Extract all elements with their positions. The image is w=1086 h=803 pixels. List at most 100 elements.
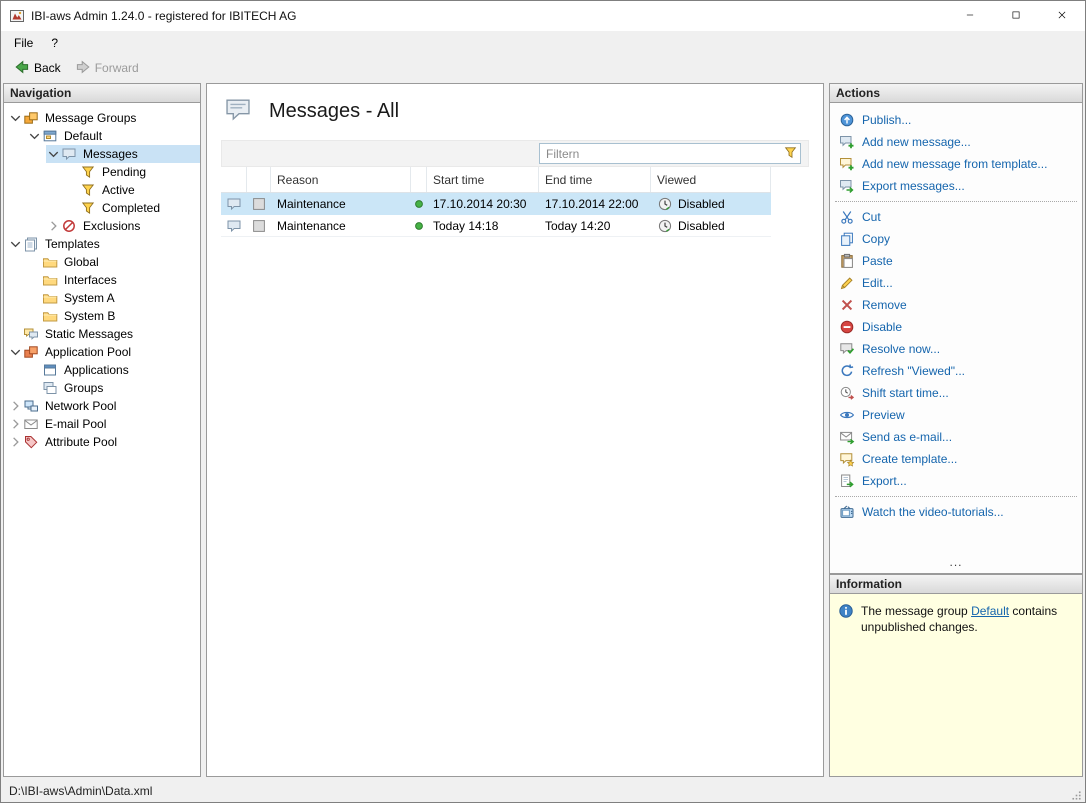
- action-resolve-now[interactable]: Resolve now...: [830, 338, 1082, 360]
- close-button[interactable]: [1039, 1, 1085, 31]
- chevron-expanded-icon[interactable]: [8, 110, 23, 126]
- app-window: IBI-aws Admin 1.24.0 - registered for IB…: [0, 0, 1086, 803]
- tree-item-system-b[interactable]: System B: [27, 307, 200, 325]
- back-button[interactable]: Back: [7, 57, 68, 80]
- tree-item-label: Completed: [102, 201, 161, 215]
- main-area: Navigation Message Groups Default Messages…: [1, 81, 1085, 779]
- tree-item-applications[interactable]: Applications: [27, 361, 200, 379]
- action-paste[interactable]: Paste: [830, 250, 1082, 272]
- actions-body: Publish... Add new message... Add new mess…: [829, 103, 1083, 574]
- action-add-new-message-from-template[interactable]: Add new message from template...: [830, 153, 1082, 175]
- action-refresh-viewed[interactable]: Refresh "Viewed"...: [830, 360, 1082, 382]
- maximize-button[interactable]: [993, 1, 1039, 31]
- message-row-icon: [221, 215, 247, 236]
- tree-item-templates[interactable]: Templates: [8, 235, 200, 253]
- action-remove[interactable]: Remove: [830, 294, 1082, 316]
- tree-item-messages[interactable]: Messages: [46, 145, 200, 163]
- resize-grip-icon[interactable]: [1070, 789, 1083, 802]
- templates-icon: [23, 236, 41, 252]
- chevron-collapsed-icon[interactable]: [8, 434, 23, 450]
- tree-item-groups[interactable]: Groups: [27, 379, 200, 397]
- actions-separator: [835, 201, 1077, 202]
- column-header-row-icon[interactable]: [221, 167, 247, 192]
- minimize-button[interactable]: [947, 1, 993, 31]
- filter-funnel-icon[interactable]: [783, 145, 798, 163]
- action-edit[interactable]: Edit...: [830, 272, 1082, 294]
- folder-icon: [42, 290, 60, 306]
- funnel-icon: [80, 182, 98, 198]
- action-label: Resolve now...: [862, 342, 941, 356]
- action-cut[interactable]: Cut: [830, 206, 1082, 228]
- titlebar[interactable]: IBI-aws Admin 1.24.0 - registered for IB…: [1, 1, 1085, 31]
- tree-item-active[interactable]: Active: [65, 181, 200, 199]
- chevron-expanded-icon[interactable]: [8, 344, 23, 360]
- tree-item-completed[interactable]: Completed: [65, 199, 200, 217]
- tree-item-message-groups[interactable]: Message Groups: [8, 109, 200, 127]
- action-disable[interactable]: Disable: [830, 316, 1082, 338]
- menu-help[interactable]: ?: [42, 33, 67, 53]
- column-header-end-time[interactable]: End time: [539, 167, 651, 192]
- action-label: Create template...: [862, 452, 958, 466]
- column-header-status[interactable]: [411, 167, 427, 192]
- row-checkbox-icon[interactable]: [247, 215, 271, 236]
- preview-icon: [839, 407, 855, 423]
- tree-item-pending[interactable]: Pending: [65, 163, 200, 181]
- tree-item-label: Message Groups: [45, 111, 137, 125]
- window-title: IBI-aws Admin 1.24.0 - registered for IB…: [31, 9, 297, 23]
- start-time-cell: Today 14:18: [433, 218, 499, 233]
- chevron-expanded-icon[interactable]: [27, 128, 42, 144]
- tree-item-application-pool[interactable]: Application Pool: [8, 343, 200, 361]
- chevron-collapsed-icon[interactable]: [8, 398, 23, 414]
- table-row[interactable]: Maintenance 17.10.2014 20:30 17.10.2014 22…: [221, 193, 771, 215]
- tree-item-e-mail-pool[interactable]: E-mail Pool: [8, 415, 200, 433]
- actions-overflow[interactable]: ...: [830, 553, 1082, 573]
- tree-item-static-messages[interactable]: Static Messages: [8, 325, 200, 343]
- tree-item-default[interactable]: Default: [27, 127, 200, 145]
- action-label: Paste: [862, 254, 893, 268]
- column-header-checkbox[interactable]: [247, 167, 271, 192]
- forward-button[interactable]: Forward: [68, 57, 146, 80]
- tree-item-label: Default: [64, 129, 103, 143]
- action-export-messages[interactable]: Export messages...: [830, 175, 1082, 197]
- action-shift-start-time[interactable]: Shift start time...: [830, 382, 1082, 404]
- chevron-expanded-icon[interactable]: [8, 236, 23, 252]
- filter-input[interactable]: [539, 143, 801, 164]
- column-header-start-time[interactable]: Start time: [427, 167, 539, 192]
- chevron-collapsed-icon[interactable]: [8, 416, 23, 432]
- chevron-expanded-icon[interactable]: [46, 146, 61, 162]
- action-create-template[interactable]: Create template...: [830, 448, 1082, 470]
- column-header-reason[interactable]: Reason: [271, 167, 411, 192]
- chevron-collapsed-icon[interactable]: [46, 218, 61, 234]
- tree-item-label: Templates: [45, 237, 100, 251]
- shift-time-icon: [839, 385, 855, 401]
- action-preview[interactable]: Preview: [830, 404, 1082, 426]
- tree-item-network-pool[interactable]: Network Pool: [8, 397, 200, 415]
- tree-item-system-a[interactable]: System A: [27, 289, 200, 307]
- tree-item-attribute-pool[interactable]: Attribute Pool: [8, 433, 200, 451]
- action-copy[interactable]: Copy: [830, 228, 1082, 250]
- row-checkbox-icon[interactable]: [247, 193, 271, 215]
- chevron-placeholder: [65, 200, 80, 216]
- action-add-new-message[interactable]: Add new message...: [830, 131, 1082, 153]
- default-group-link[interactable]: Default: [971, 604, 1009, 618]
- column-header-viewed[interactable]: Viewed: [651, 167, 771, 192]
- action-label: Refresh "Viewed"...: [862, 364, 966, 378]
- tree-item-label: Pending: [102, 165, 147, 179]
- close-icon: [1057, 9, 1067, 23]
- action-watch-the-video-tutorials[interactable]: Watch the video-tutorials...: [830, 501, 1082, 523]
- menu-file[interactable]: File: [5, 33, 42, 53]
- action-publish[interactable]: Publish...: [830, 109, 1082, 131]
- action-label: Preview: [862, 408, 905, 422]
- group-icon: [42, 128, 60, 144]
- tree-item-interfaces[interactable]: Interfaces: [27, 271, 200, 289]
- tree-item-exclusions[interactable]: Exclusions: [46, 217, 200, 235]
- navigation-tree: Message Groups Default Messages Pending Acti…: [3, 103, 201, 777]
- clock-icon: [657, 218, 673, 234]
- information-text: The message group Default contains unpub…: [861, 603, 1074, 767]
- navigation-header: Navigation: [3, 83, 201, 103]
- actions-separator: [835, 496, 1077, 497]
- action-export[interactable]: Export...: [830, 470, 1082, 492]
- action-send-as-e-mail[interactable]: Send as e-mail...: [830, 426, 1082, 448]
- tree-item-global[interactable]: Global: [27, 253, 200, 271]
- table-row[interactable]: Maintenance Today 14:18 Today 14:20 Disable…: [221, 215, 771, 237]
